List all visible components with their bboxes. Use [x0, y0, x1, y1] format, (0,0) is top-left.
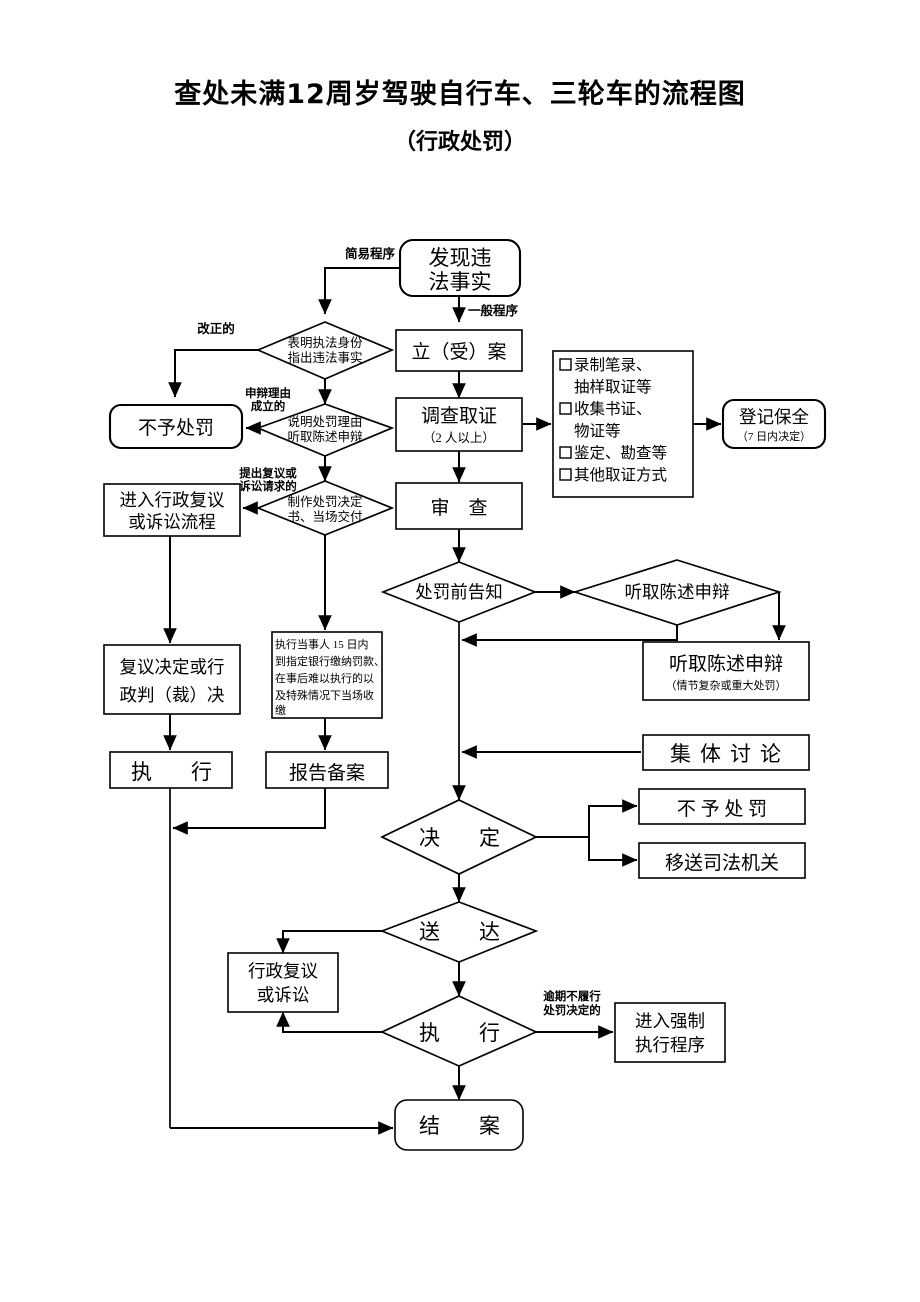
node-enterreview-line2: 或诉讼流程	[128, 512, 216, 532]
checkbox-other-icon[interactable]	[559, 468, 572, 481]
node-execleft-text: 执 行	[131, 760, 221, 784]
checkbox-record-icon[interactable]	[559, 358, 572, 371]
node-forcedexec-line2: 执行程序	[635, 1035, 705, 1055]
node-enter-admin-review[interactable]: 进入行政复议 或诉讼流程	[103, 483, 241, 537]
node-discover-line2: 法事实	[429, 270, 492, 294]
node-registration-text: 登记保全	[739, 407, 809, 427]
evidence-item-1: 抽样取证等	[574, 378, 652, 396]
evidence-item-4: 鉴定、勘查等	[574, 444, 667, 462]
flowchart-canvas: 发现违 法事实 简易程序 一般程序 表明执法身份 指出违法事实 改正的 立（受）…	[103, 238, 827, 1151]
node-nopenalty1-text: 不予处罚	[138, 417, 214, 439]
node-filecase-text: 立（受）案	[411, 341, 506, 363]
node-hearingbox-text: 听取陈述申辩	[669, 653, 783, 675]
node-makedecision-line2: 书、当场交付	[287, 509, 362, 524]
node-payment-note[interactable]: 执行当事人 15 日内 到指定银行缴纳罚款、 在事后难以执行的以 及特殊情况下当…	[271, 631, 385, 719]
node-investigate-sub: （2 人以上）	[423, 431, 495, 445]
node-no-penalty-2[interactable]: 不 予 处 罚	[638, 788, 806, 825]
node-adminreview-line1: 行政复议	[248, 961, 318, 981]
label-simple-procedure: 简易程序	[345, 246, 396, 261]
node-deliver[interactable]: 送 达	[379, 901, 539, 963]
edge-decision-to-transfer	[588, 837, 638, 867]
node-identity-line2: 指出违法事实	[287, 350, 362, 365]
node-executed-text: 执 行	[419, 1021, 509, 1045]
node-paymentnote-line3: 在事后难以执行的以	[275, 671, 374, 685]
node-no-penalty-1[interactable]: 不予处罚	[108, 403, 244, 450]
edge-discover-to-simple	[318, 267, 400, 315]
label-overdue-line1: 逾期不履行	[543, 989, 601, 1003]
node-paymentnote-line5: 缴	[275, 703, 286, 717]
flowchart-page: 查处未满12周岁驾驶自行车、三轮车的流程图 （行政处罚） 发现违 法事实 简易程…	[0, 0, 920, 1302]
checkbox-appraisal-icon[interactable]	[559, 446, 572, 459]
node-pre-penalty-notice[interactable]: 处罚前告知	[380, 561, 538, 623]
node-transfer-text: 移送司法机关	[665, 852, 779, 874]
label-overdue-line2: 处罚决定的	[542, 1003, 601, 1017]
node-examine[interactable]: 审 查	[395, 482, 523, 530]
node-verdict-line1: 复议决定或行	[120, 657, 225, 677]
label-plea-valid-line2: 成立的	[251, 399, 286, 413]
node-deliver-text: 送 达	[419, 920, 509, 944]
node-file-case[interactable]: 立（受）案	[395, 329, 523, 372]
label-corrected: 改正的	[197, 321, 235, 336]
label-general-procedure: 一般程序	[468, 303, 519, 318]
node-transfer-judicial[interactable]: 移送司法机关	[638, 842, 806, 879]
edge-deliver-to-adminreview	[276, 930, 397, 954]
node-investigate-text: 调查取证	[421, 405, 497, 427]
node-closecase-text: 结 案	[419, 1114, 509, 1138]
node-close-case[interactable]: 结 案	[394, 1099, 524, 1151]
node-registration-preservation[interactable]: 登记保全 （7 日内决定）	[721, 398, 827, 450]
node-examine-text: 审 查	[430, 497, 487, 519]
edge-decision-to-nopenalty2	[536, 799, 638, 838]
node-nopenalty2-text: 不 予 处 罚	[677, 798, 767, 820]
node-report-text: 报告备案	[289, 762, 365, 784]
node-explain-line1: 说明处罚理由	[287, 414, 362, 429]
node-report-record[interactable]: 报告备案	[265, 751, 389, 789]
node-groupdiscuss-text: 集体讨论	[670, 742, 790, 766]
node-decision[interactable]: 决 定	[380, 799, 538, 875]
evidence-item-2: 收集书证、	[574, 400, 652, 418]
node-paymentnote-line1: 执行当事人 15 日内	[275, 637, 369, 651]
node-registration-sub: （7 日内决定）	[737, 429, 811, 443]
node-explain-line2: 听取陈述申辩	[287, 429, 362, 444]
node-discover-violation[interactable]: 发现违 法事实	[398, 238, 522, 298]
node-admin-review-litigation[interactable]: 行政复议 或诉讼	[227, 952, 339, 1013]
node-group-discussion[interactable]: 集体讨论	[642, 734, 810, 771]
node-makedecision-line1: 制作处罚决定	[287, 494, 362, 509]
evidence-item-3: 物证等	[574, 422, 621, 440]
node-investigate[interactable]: 调查取证 （2 人以上）	[395, 397, 523, 452]
node-evidence-list[interactable]: 录制笔录、 抽样取证等 收集书证、 物证等 鉴定、勘查等 其他取证方式	[552, 350, 694, 498]
node-discover-line1: 发现违	[429, 246, 492, 270]
node-execute-diamond[interactable]: 执 行	[379, 995, 539, 1067]
node-forced-execution[interactable]: 进入强制 执行程序	[614, 1002, 726, 1063]
node-execute-left[interactable]: 执 行	[109, 751, 233, 789]
label-request-review-line2: 诉讼请求的	[239, 479, 297, 493]
node-hear-statement-box[interactable]: 听取陈述申辩 （情节复杂或重大处罚）	[642, 641, 810, 701]
label-plea-valid-line1: 申辩理由	[245, 386, 291, 400]
evidence-item-5: 其他取证方式	[574, 466, 667, 484]
checkbox-collect-icon[interactable]	[559, 402, 572, 415]
label-request-review-line1: 提出复议或	[239, 466, 297, 480]
node-adminreview-line2: 或诉讼	[257, 985, 310, 1005]
evidence-item-0: 录制笔录、	[574, 356, 652, 374]
node-verdict-line2: 政判（裁）决	[120, 685, 225, 705]
node-prenotice-text: 处罚前告知	[415, 582, 503, 602]
node-forcedexec-line1: 进入强制	[635, 1011, 705, 1031]
node-paymentnote-line2: 到指定银行缴纳罚款、	[275, 654, 385, 668]
edge-report-to-execspine	[172, 788, 326, 835]
node-decision-text: 决 定	[419, 826, 509, 850]
node-show-identity[interactable]: 表明执法身份 指出违法事实	[255, 321, 395, 380]
edge-hearing-back-to-spine	[461, 625, 678, 647]
edge-execute-to-adminreview	[276, 1011, 397, 1033]
node-hear-statement-diamond[interactable]: 听取陈述申辩	[572, 559, 782, 626]
node-enterreview-line1: 进入行政复议	[120, 490, 225, 510]
node-hearing-text: 听取陈述申辩	[625, 582, 730, 602]
node-hearingbox-sub: （情节复杂或重大处罚）	[666, 678, 787, 692]
node-paymentnote-line4: 及特殊情况下当场收	[275, 688, 374, 702]
node-review-verdict[interactable]: 复议决定或行 政判（裁）决	[103, 644, 241, 715]
node-identity-line1: 表明执法身份	[287, 335, 363, 350]
